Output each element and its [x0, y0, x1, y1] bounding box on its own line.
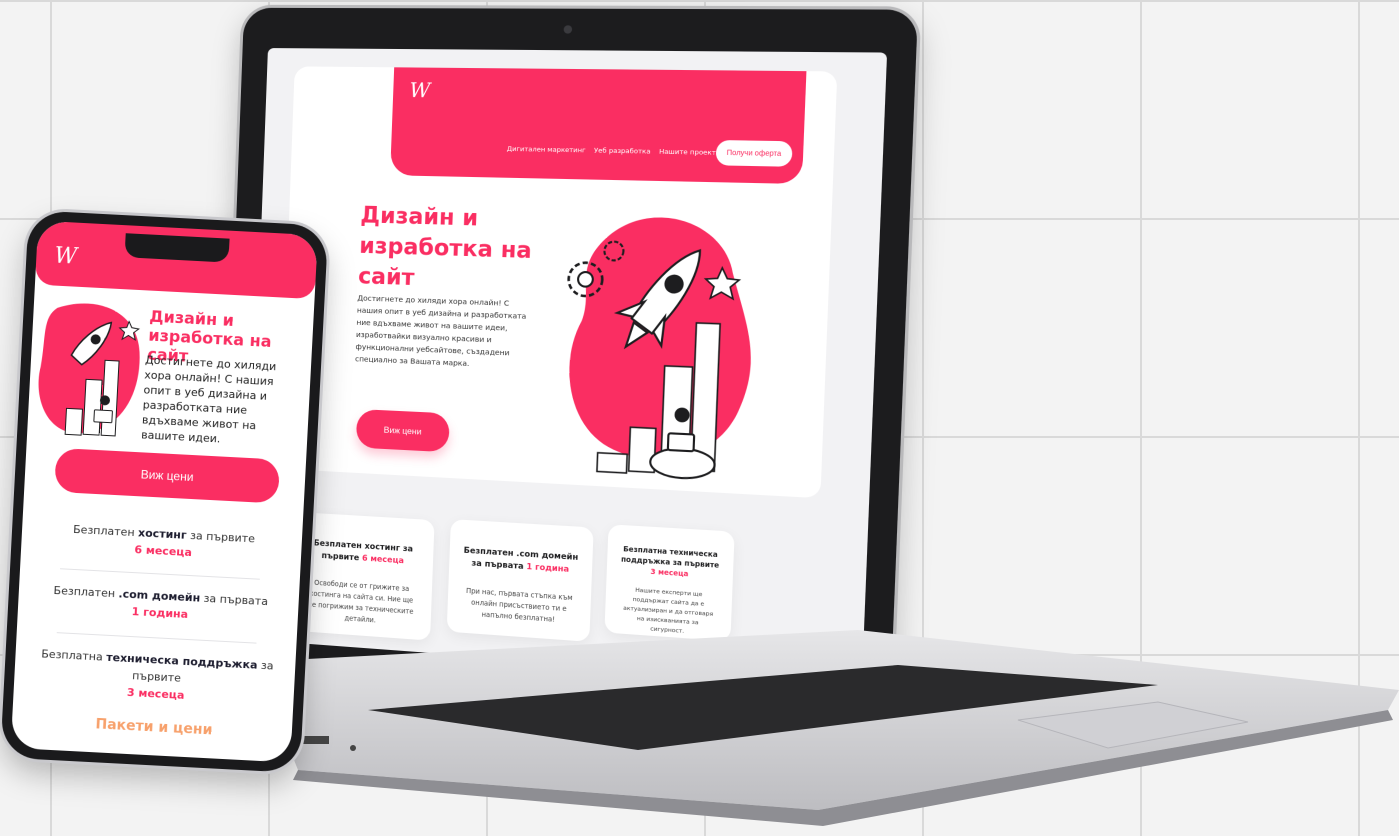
feature-card-domain: Безплатен .com домейн за първата 1 годин…	[446, 519, 594, 642]
camera-icon	[563, 25, 573, 34]
mobile-hero-description: Достигнете до хиляди хора онлайн! С наши…	[140, 353, 277, 446]
divider	[60, 568, 260, 580]
laptop-icon	[93, 409, 113, 424]
phone-frame: W Дизайн и изработка на сайт Достигнете …	[0, 210, 329, 774]
main-nav: Дигитален маркетинг Уеб разработка Нашит…	[507, 145, 721, 157]
mobile-feature-domain: Безплатен .com домейн за първата 1 годин…	[53, 583, 269, 621]
packages-heading[interactable]: Пакети и цени	[32, 713, 277, 742]
mobile-rocket-illustration	[38, 303, 140, 437]
mobile-phone: W Дизайн и изработка на сайт Достигнете …	[0, 210, 344, 784]
laptop-screen: W Дигитален маркетинг Уеб разработка Наш…	[245, 48, 888, 685]
mobile-feature-hosting: Безплатен хостинг за първите 6 месеца	[72, 522, 256, 560]
phone-screen: W Дизайн и изработка на сайт Достигнете …	[10, 220, 318, 763]
site-header: W Дигитален маркетинг Уеб разработка Наш…	[390, 67, 807, 185]
audio-jack-icon	[350, 745, 356, 751]
see-prices-button[interactable]: Виж цени	[355, 409, 450, 453]
hero-title: Дизайн и изработка на сайт	[357, 203, 533, 292]
feature-title: Безплатна техническа поддръжка за първит…	[620, 544, 720, 579]
feature-description: При нас, първата стъпка към онлайн присъ…	[465, 586, 573, 624]
mobile-see-prices-button[interactable]: Виж цени	[54, 447, 281, 504]
get-quote-button[interactable]: Получи оферта	[715, 139, 793, 167]
hero-description: Достигнете до хиляди хора онлайн! С наши…	[354, 293, 527, 369]
laptop-icon	[668, 433, 694, 451]
logo[interactable]: W	[409, 78, 431, 103]
laptop-keyboard-base	[278, 630, 1399, 826]
mobile-logo[interactable]: W	[54, 244, 78, 270]
feature-card-support: Безплатна техническа поддръжка за първит…	[604, 524, 735, 642]
mobile-feature-support: Безплатна техническа поддръжка за първит…	[41, 647, 274, 702]
nav-item-web-dev[interactable]: Уеб разработка	[594, 146, 651, 155]
nav-item-marketing[interactable]: Дигитален маркетинг	[507, 145, 586, 155]
divider	[56, 632, 257, 644]
rocket-illustration	[554, 215, 757, 497]
nav-item-projects[interactable]: Нашите проекти	[659, 147, 721, 157]
feature-title: Безплатен .com домейн за първата 1 годин…	[463, 545, 579, 574]
